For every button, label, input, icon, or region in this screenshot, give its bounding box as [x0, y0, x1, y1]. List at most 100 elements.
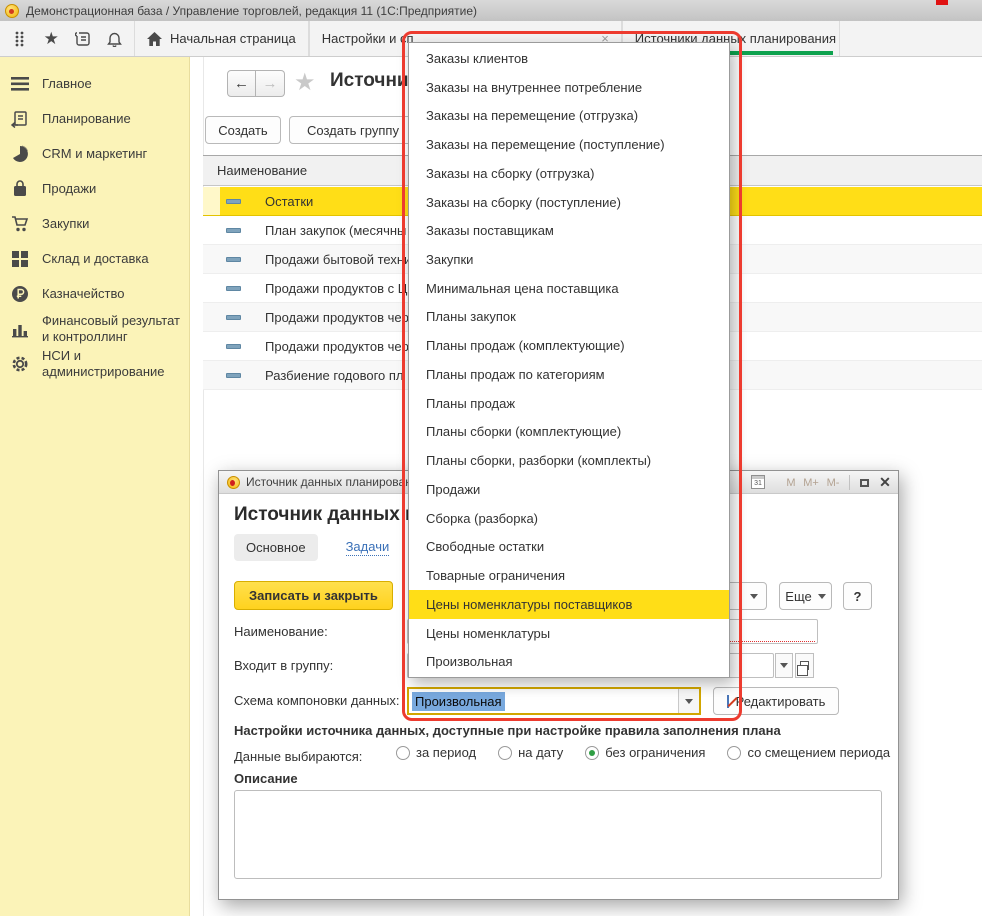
tab-main[interactable]: Основное	[234, 534, 318, 561]
dropdown-option[interactable]: Планы сборки, разборки (комплекты)	[409, 446, 729, 475]
memory-minus-button[interactable]: M-	[824, 474, 842, 491]
group-dropdown-button[interactable]	[775, 653, 793, 678]
dialog-title: Источник данных планирования:	[246, 475, 428, 489]
name-label: Наименование:	[234, 624, 328, 639]
ruble-coin-icon	[11, 285, 29, 303]
sidebar-item-planning[interactable]: Планирование	[11, 101, 185, 136]
dcs-dropdown-button[interactable]	[678, 689, 699, 713]
navigation-buttons: ← →	[227, 70, 285, 97]
service-menu-icon[interactable]	[8, 27, 32, 51]
back-button[interactable]: ←	[227, 70, 256, 97]
tab-home[interactable]: Начальная страница	[134, 21, 309, 56]
planning-icon	[11, 110, 29, 128]
1c-app-icon[interactable]	[5, 4, 19, 18]
edit-dcs-button[interactable]: Редактировать	[713, 687, 839, 715]
close-icon[interactable]: ✕	[877, 474, 893, 491]
open-icon	[800, 661, 809, 670]
dropdown-option[interactable]: Цены номенклатуры поставщиков	[409, 590, 729, 619]
element-dash-icon	[226, 199, 241, 204]
help-button[interactable]: ?	[843, 582, 872, 610]
element-dash-icon	[226, 257, 241, 262]
1c-dialog-icon	[227, 476, 240, 489]
dropdown-option[interactable]: Заказы на сборку (поступление)	[409, 188, 729, 217]
radio-icon	[585, 746, 599, 760]
memory-plus-button[interactable]: M+	[802, 474, 820, 491]
chevron-down-icon	[750, 594, 758, 599]
description-textarea[interactable]	[234, 790, 882, 879]
element-dash-icon	[226, 315, 241, 320]
dropdown-option[interactable]: Заказы на перемещение (поступление)	[409, 130, 729, 159]
dcs-combobox[interactable]: Произвольная	[407, 687, 701, 715]
more-button[interactable]: Еще	[779, 582, 832, 610]
dropdown-option[interactable]: Цены номенклатуры	[409, 619, 729, 648]
dropdown-option[interactable]: Планы закупок	[409, 303, 729, 332]
dropdown-option[interactable]: Планы продаж	[409, 389, 729, 418]
memory-button[interactable]: M	[784, 474, 798, 491]
dropdown-option[interactable]: Планы сборки (комплектующие)	[409, 418, 729, 447]
cart-icon	[11, 215, 29, 233]
dropdown-option[interactable]: Планы продаж (комплектующие)	[409, 331, 729, 360]
dropdown-option[interactable]: Товарные ограничения	[409, 561, 729, 590]
history-icon[interactable]	[71, 27, 95, 51]
window-title: Демонстрационная база / Управление торго…	[26, 4, 477, 18]
sidebar-item-admin[interactable]: НСИ и администрирование	[11, 346, 185, 381]
dropdown-option[interactable]: Планы продаж по категориям	[409, 360, 729, 389]
sidebar-item-main[interactable]: Главное	[11, 66, 185, 101]
calendar-icon[interactable]: 31	[751, 475, 765, 489]
dropdown-option[interactable]: Продажи	[409, 475, 729, 504]
pie-chart-icon	[11, 145, 29, 163]
bag-icon	[11, 180, 29, 198]
radio-option[interactable]: на дату	[498, 745, 563, 760]
create-group-button[interactable]: Создать группу	[289, 116, 417, 144]
sidebar-item-purchases[interactable]: Закупки	[11, 206, 185, 241]
dropdown-option[interactable]: Свободные остатки	[409, 532, 729, 561]
favorite-star-icon[interactable]: ★	[294, 68, 316, 97]
dropdown-option[interactable]: Заказы на внутреннее потребление	[409, 73, 729, 102]
dcs-label: Схема компоновки данных:	[234, 693, 400, 708]
chevron-down-icon	[780, 663, 788, 668]
window-close-fragment	[936, 0, 948, 5]
element-dash-icon	[226, 344, 241, 349]
bar-chart-icon	[11, 320, 29, 338]
period-radio-group: за период на дату без ограничения со сме…	[396, 745, 890, 760]
dcs-selected-value: Произвольная	[412, 692, 505, 711]
dropdown-option[interactable]: Закупки	[409, 245, 729, 274]
radio-option[interactable]: за период	[396, 745, 476, 760]
sidebar-item-warehouse[interactable]: Склад и доставка	[11, 241, 185, 276]
radio-icon	[396, 746, 410, 760]
create-button[interactable]: Создать	[205, 116, 281, 144]
section-sidebar: Главное Планирование CRM и маркетинг Про…	[0, 57, 190, 916]
sidebar-item-finance[interactable]: Финансовый результат и контроллинг	[11, 311, 185, 346]
save-and-close-button[interactable]: Записать и закрыть	[234, 581, 393, 610]
sidebar-item-crm[interactable]: CRM и маркетинг	[11, 136, 185, 171]
sidebar-item-sales[interactable]: Продажи	[11, 171, 185, 206]
chevron-down-icon	[685, 699, 693, 704]
dropdown-option[interactable]: Минимальная цена поставщика	[409, 274, 729, 303]
radio-option[interactable]: со смещением периода	[727, 745, 890, 760]
dcs-dropdown-list: Заказы клиентов Заказы на внутреннее пот…	[408, 42, 730, 678]
gear-icon	[11, 355, 29, 373]
home-icon	[147, 32, 162, 46]
group-open-button[interactable]	[795, 653, 814, 678]
favorites-star-icon[interactable]: ★	[39, 27, 63, 51]
dropdown-option[interactable]: Заказы клиентов	[409, 44, 729, 73]
sidebar-item-treasury[interactable]: Казначейство	[11, 276, 185, 311]
chevron-down-icon	[818, 594, 826, 599]
element-dash-icon	[226, 373, 241, 378]
radio-icon	[727, 746, 741, 760]
dropdown-option[interactable]: Сборка (разборка)	[409, 504, 729, 533]
maximize-icon[interactable]	[856, 474, 872, 491]
notifications-bell-icon[interactable]	[102, 27, 126, 51]
radio-option[interactable]: без ограничения	[585, 745, 705, 760]
description-label: Описание	[234, 771, 298, 786]
dropdown-option[interactable]: Произвольная	[409, 647, 729, 676]
tab-tasks[interactable]: Задачи	[346, 539, 390, 556]
application-window: Демонстрационная база / Управление торго…	[0, 0, 982, 916]
window-titlebar: Демонстрационная база / Управление торго…	[0, 0, 982, 21]
dropdown-option[interactable]: Заказы поставщикам	[409, 216, 729, 245]
dropdown-option[interactable]: Заказы на сборку (отгрузка)	[409, 159, 729, 188]
forward-button[interactable]: →	[256, 70, 285, 97]
dropdown-option[interactable]: Заказы на перемещение (отгрузка)	[409, 101, 729, 130]
titlebar-separator	[849, 475, 850, 490]
section-title: Настройки источника данных, доступные пр…	[234, 723, 781, 738]
